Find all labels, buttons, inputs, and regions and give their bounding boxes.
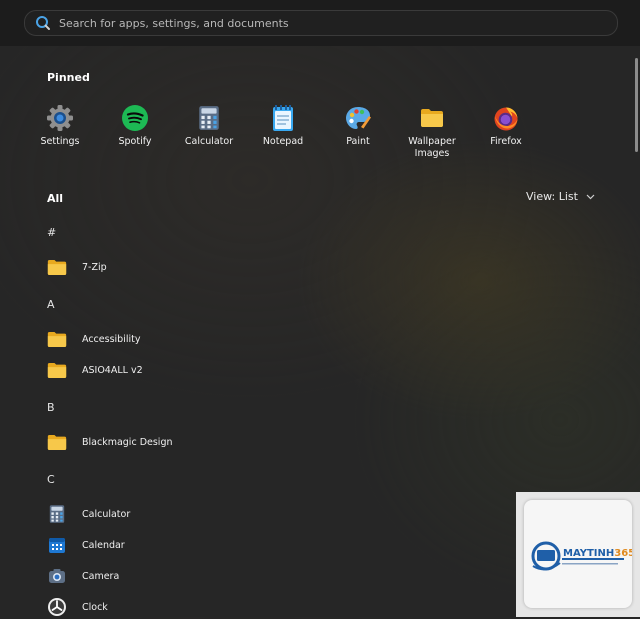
gear-icon (46, 104, 74, 132)
pinned-app-label: Wallpaper Images (408, 136, 456, 159)
pinned-app-firefox[interactable]: Firefox (476, 104, 536, 148)
app-list-item-label: Blackmagic Design (82, 436, 173, 448)
pinned-app-label: Firefox (490, 136, 522, 147)
search-box[interactable] (24, 10, 618, 36)
pinned-app-spotify[interactable]: Spotify (105, 104, 165, 148)
search-icon (35, 15, 51, 31)
app-list-item-label: ASIO4ALL v2 (82, 364, 143, 376)
app-list-item-label: Calculator (82, 508, 131, 520)
scrollbar-thumb[interactable] (635, 58, 638, 152)
app-list-item-label: Calendar (82, 539, 125, 551)
pinned-app-label: Paint (346, 136, 370, 147)
pinned-app-label: Calculator (184, 136, 234, 147)
app-list-item-blackmagic-design[interactable]: Blackmagic Design (47, 430, 173, 454)
app-list-item-asio4all[interactable]: ASIO4ALL v2 (47, 358, 143, 382)
search-bar-area (0, 0, 640, 46)
pinned-app-paint[interactable]: Paint (328, 104, 388, 148)
app-list-item-clock[interactable]: Clock (47, 595, 108, 619)
pinned-app-label: Settings (40, 136, 80, 147)
group-letter-hash[interactable]: # (47, 226, 56, 239)
folder-icon (47, 432, 67, 452)
watermark-logo: MAYTINH365 (524, 500, 632, 608)
folder-icon (47, 329, 67, 349)
group-letter-a[interactable]: A (47, 298, 55, 311)
folder-icon (47, 360, 67, 380)
spotify-icon (121, 104, 149, 132)
app-list-item-label: Camera (82, 570, 120, 582)
watermark-panel: MAYTINH365 (516, 492, 640, 617)
app-list-item-7zip[interactable]: 7-Zip (47, 255, 107, 279)
app-list-item-label: 7-Zip (82, 261, 107, 273)
pinned-app-notepad[interactable]: Notepad (253, 104, 313, 148)
group-letter-b[interactable]: B (47, 401, 55, 414)
folder-icon (47, 257, 67, 277)
calendar-icon (47, 535, 67, 555)
app-list-item-label: Clock (82, 601, 108, 613)
calculator-icon (47, 504, 67, 524)
view-list-label: View: List (526, 190, 578, 203)
watermark-brand: MAYTINH365 (563, 548, 632, 559)
folder-icon (418, 104, 446, 132)
app-list-item-camera[interactable]: Camera (47, 564, 119, 588)
chevron-down-icon (586, 190, 595, 203)
app-list-item-label: Accessibility (82, 333, 141, 345)
notepad-icon (269, 104, 297, 132)
paint-palette-icon (344, 104, 372, 132)
all-apps-heading: All (47, 192, 64, 205)
view-list-button[interactable]: View: List (526, 190, 595, 203)
app-list-item-accessibility[interactable]: Accessibility (47, 327, 140, 351)
firefox-icon (492, 104, 520, 132)
pinned-app-label: Notepad (262, 136, 304, 147)
pinned-app-wallpaper-images[interactable]: Wallpaper Images (402, 104, 462, 160)
search-input[interactable] (59, 16, 617, 30)
pinned-app-settings[interactable]: Settings (30, 104, 90, 148)
camera-icon (47, 566, 67, 586)
pinned-app-calculator[interactable]: Calculator (179, 104, 239, 148)
pinned-heading: Pinned (47, 71, 90, 84)
group-letter-c[interactable]: C (47, 473, 55, 486)
calculator-icon (195, 104, 223, 132)
clock-icon (47, 597, 67, 617)
app-list-item-calendar[interactable]: Calendar (47, 533, 125, 557)
pinned-app-label: Spotify (118, 136, 152, 147)
app-list-item-calculator[interactable]: Calculator (47, 502, 130, 526)
